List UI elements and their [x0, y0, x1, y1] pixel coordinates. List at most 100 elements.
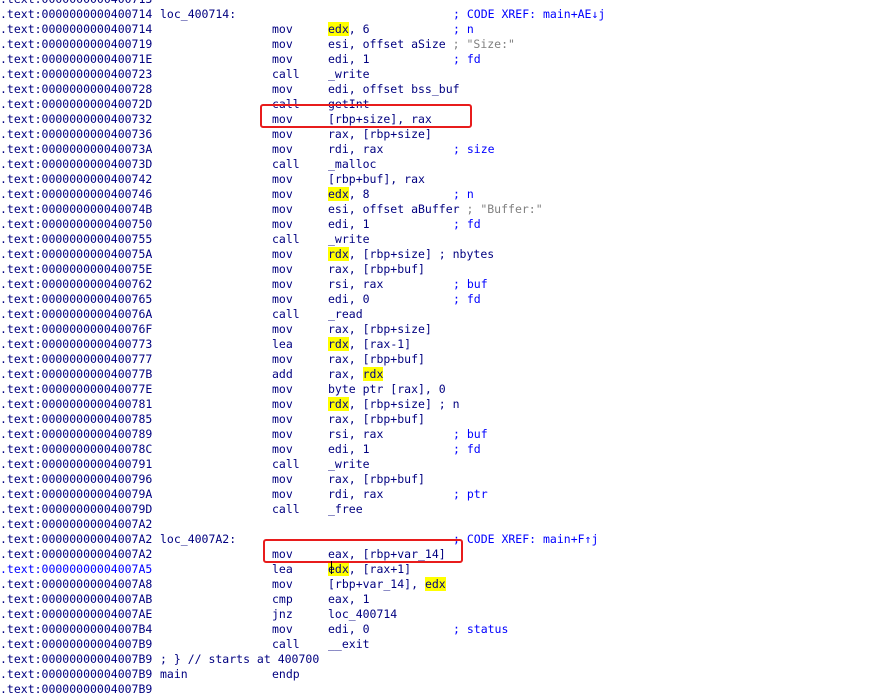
- listing-row[interactable]: .text:00000000004007B4 mov edi, 0 ; status: [0, 622, 890, 637]
- row-operand[interactable]: edi, offset bss_buf: [328, 82, 460, 97]
- listing-row[interactable]: .text:00000000004007A2: [0, 517, 890, 532]
- listing-row[interactable]: .text:00000000004007A2 loc_4007A2: ; CODE …: [0, 532, 890, 547]
- listing-row[interactable]: .text:00000000004007B9 main endp: [0, 667, 890, 682]
- listing-row[interactable]: .text:000000000040073A mov rdi, rax ; size: [0, 142, 890, 157]
- highlighted-register[interactable]: rdx: [328, 397, 349, 411]
- listing-row[interactable]: .text:00000000004007A5 lea edx, [rax+1]: [0, 562, 890, 577]
- row-operand[interactable]: [rbp+buf], rax: [328, 172, 425, 187]
- listing-row[interactable]: .text:0000000000400732 mov [rbp+size], rax: [0, 112, 890, 127]
- row-operand[interactable]: rax, [rbp+buf]: [328, 352, 425, 367]
- listing-row[interactable]: .text:000000000040072D call getInt: [0, 97, 890, 112]
- row-operand[interactable]: _free: [328, 502, 363, 517]
- row-operand[interactable]: rax, [rbp+size]: [328, 322, 432, 337]
- listing-row[interactable]: .text:000000000040073D call _malloc: [0, 157, 890, 172]
- listing-row[interactable]: .text:00000000004007B9: [0, 682, 890, 697]
- row-operand[interactable]: rdi, rax: [328, 487, 383, 502]
- row-operand[interactable]: rax, [rbp+buf]: [328, 472, 425, 487]
- listing-row[interactable]: .text:000000000040077B add rax, rdx: [0, 367, 890, 382]
- row-operand[interactable]: rax, [rbp+buf]: [328, 412, 425, 427]
- row-operand[interactable]: edx, 6: [328, 22, 370, 37]
- listing-row[interactable]: .text:0000000000400719 mov esi, offset aSi…: [0, 37, 890, 52]
- listing-row[interactable]: .text:0000000000400789 mov rsi, rax ; buf: [0, 427, 890, 442]
- listing-row[interactable]: .text:0000000000400736 mov rax, [rbp+size]: [0, 127, 890, 142]
- listing-row[interactable]: .text:000000000040071E mov edi, 1 ; fd: [0, 52, 890, 67]
- row-operand[interactable]: rsi, rax: [328, 427, 383, 442]
- highlighted-register[interactable]: rdx: [328, 337, 349, 351]
- row-operand[interactable]: eax, [rbp+var_14]: [328, 547, 446, 562]
- row-operand[interactable]: eax, 1: [328, 592, 370, 607]
- row-operand[interactable]: __exit: [328, 637, 370, 652]
- row-operand[interactable]: rax, [rbp+size]: [328, 127, 432, 142]
- listing-row[interactable]: .text:0000000000400728 mov edi, offset bss…: [0, 82, 890, 97]
- listing-row[interactable]: .text:000000000040077E mov byte ptr [rax],…: [0, 382, 890, 397]
- row-operand[interactable]: rax, [rbp+buf]: [328, 262, 425, 277]
- listing-row[interactable]: .text:000000000040078C mov edi, 1 ; fd: [0, 442, 890, 457]
- highlighted-register[interactable]: rdx: [328, 247, 349, 261]
- row-operand[interactable]: rdx, [rax-1]: [328, 337, 411, 352]
- row-label[interactable]: ; } // starts at 400700: [160, 652, 319, 667]
- row-operand[interactable]: _write: [328, 232, 370, 247]
- row-operand[interactable]: _write: [328, 457, 370, 472]
- listing-row[interactable]: .text:000000000040076A call _read: [0, 307, 890, 322]
- row-operand[interactable]: [rbp+var_14], edx: [328, 577, 446, 592]
- listing-row[interactable]: .text:0000000000400755 call _write: [0, 232, 890, 247]
- listing-row[interactable]: .text:0000000000400796 mov rax, [rbp+buf]: [0, 472, 890, 487]
- row-operand[interactable]: edx, 8: [328, 187, 370, 202]
- row-operand[interactable]: _read: [328, 307, 363, 322]
- listing-row[interactable]: .text:0000000000400781 mov rdx, [rbp+size]…: [0, 397, 890, 412]
- listing-row[interactable]: .text:0000000000400765 mov edi, 0 ; fd: [0, 292, 890, 307]
- row-label[interactable]: loc_400714:: [160, 7, 236, 22]
- listing-row[interactable]: .text:00000000004007B9 ; } // starts at 4…: [0, 652, 890, 667]
- row-operand[interactable]: edi, 1: [328, 217, 370, 232]
- listing-row[interactable]: .text:0000000000400742 mov [rbp+buf], rax: [0, 172, 890, 187]
- row-operand[interactable]: edi, 0: [328, 622, 370, 637]
- row-label[interactable]: loc_4007A2:: [160, 532, 236, 547]
- row-operand[interactable]: edx, [rax+1]: [328, 562, 411, 577]
- listing-row[interactable]: .text:000000000040075A mov rdx, [rbp+size]…: [0, 247, 890, 262]
- listing-row[interactable]: .text:0000000000400791 call _write: [0, 457, 890, 472]
- row-operand[interactable]: edi, 1: [328, 52, 370, 67]
- row-operand[interactable]: rsi, rax: [328, 277, 383, 292]
- listing-row[interactable]: .text:00000000004007A8 mov [rbp+var_14], e…: [0, 577, 890, 592]
- listing-row[interactable]: .text:0000000000400773 lea rdx, [rax-1]: [0, 337, 890, 352]
- listing-row[interactable]: .text:000000000040076F mov rax, [rbp+size]: [0, 322, 890, 337]
- listing-row[interactable]: .text:0000000000400714 mov edx, 6 ; n: [0, 22, 890, 37]
- listing-row[interactable]: .text:0000000000400777 mov rax, [rbp+buf]: [0, 352, 890, 367]
- row-operand[interactable]: rdx, [rbp+size] ; nbytes: [328, 247, 494, 262]
- row-operand[interactable]: _write: [328, 67, 370, 82]
- row-operand[interactable]: loc_400714: [328, 607, 397, 622]
- listing-row[interactable]: .text:00000000004007A2 mov eax, [rbp+var_1…: [0, 547, 890, 562]
- highlighted-register[interactable]: edx: [424, 577, 446, 591]
- row-operand[interactable]: edi, 1: [328, 442, 370, 457]
- listing-row[interactable]: .text:0000000000400750 mov edi, 1 ; fd: [0, 217, 890, 232]
- disassembly-listing[interactable]: .text:0000000000400713.text:000000000040…: [0, 0, 890, 697]
- row-operand[interactable]: rax, rdx: [328, 367, 384, 382]
- row-operand[interactable]: byte ptr [rax], 0: [328, 382, 446, 397]
- listing-row[interactable]: .text:00000000004007B9 call __exit: [0, 637, 890, 652]
- row-operand[interactable]: esi, offset aSize ; "Size:": [328, 37, 515, 52]
- row-operand[interactable]: rdx, [rbp+size] ; n: [328, 397, 460, 412]
- listing-row[interactable]: .text:00000000004007AB cmp eax, 1: [0, 592, 890, 607]
- row-operand[interactable]: getInt: [328, 97, 370, 112]
- listing-row[interactable]: .text:0000000000400723 call _write: [0, 67, 890, 82]
- row-operand[interactable]: esi, offset aBuffer ; "Buffer:": [328, 202, 543, 217]
- row-operand[interactable]: _malloc: [328, 157, 376, 172]
- listing-row[interactable]: .text:000000000040075E mov rax, [rbp+buf]: [0, 262, 890, 277]
- row-operand[interactable]: rdi, rax: [328, 142, 383, 157]
- listing-row[interactable]: .text:000000000040079A mov rdi, rax ; ptr: [0, 487, 890, 502]
- listing-row[interactable]: .text:000000000040074B mov esi, offset aBu…: [0, 202, 890, 217]
- listing-row[interactable]: .text:0000000000400785 mov rax, [rbp+buf]: [0, 412, 890, 427]
- listing-row[interactable]: .text:00000000004007AE jnz loc_400714: [0, 607, 890, 622]
- listing-row[interactable]: .text:000000000040079D call _free: [0, 502, 890, 517]
- highlighted-register[interactable]: edx: [328, 187, 349, 201]
- row-operand[interactable]: [rbp+size], rax: [328, 112, 432, 127]
- highlighted-register[interactable]: edx: [328, 22, 349, 36]
- listing-row[interactable]: .text:0000000000400713: [0, 0, 890, 7]
- highlighted-register[interactable]: rdx: [362, 367, 384, 381]
- listing-row[interactable]: .text:0000000000400714 loc_400714: ; CODE …: [0, 7, 890, 22]
- row-label[interactable]: main: [160, 667, 188, 682]
- listing-row[interactable]: .text:0000000000400762 mov rsi, rax ; buf: [0, 277, 890, 292]
- listing-row[interactable]: .text:0000000000400746 mov edx, 8 ; n: [0, 187, 890, 202]
- operand-part: __exit: [328, 637, 370, 651]
- row-operand[interactable]: edi, 0: [328, 292, 370, 307]
